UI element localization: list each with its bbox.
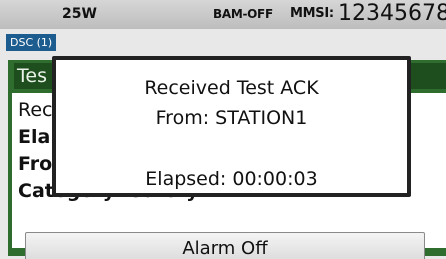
- window-title: Tes: [17, 65, 47, 87]
- message-line-received: Rec: [18, 99, 53, 121]
- popup-content: Received Test ACK From: STATION1 Elapsed…: [56, 60, 407, 193]
- popup-elapsed: Elapsed: 00:00:03: [145, 168, 318, 190]
- transmit-power: 25W: [62, 6, 97, 22]
- mmsi-value: 123456789: [338, 1, 446, 26]
- status-bar: 25W BAM-OFF MMSI: 123456789: [0, 0, 446, 29]
- popup-from: From: STATION1: [155, 107, 308, 129]
- test-ack-popup: Received Test ACK From: STATION1 Elapsed…: [52, 56, 411, 197]
- bam-status: BAM-OFF: [213, 7, 273, 21]
- mmsi-label: MMSI:: [290, 6, 334, 21]
- popup-title: Received Test ACK: [144, 77, 319, 99]
- dsc-tab[interactable]: DSC (1): [6, 34, 57, 51]
- radio-screen: 25W BAM-OFF MMSI: 123456789 DSC (1) Tes …: [0, 0, 446, 259]
- message-line-from: Fro: [18, 153, 53, 175]
- message-line-elapsed: Ela: [18, 126, 51, 148]
- alarm-off-button[interactable]: Alarm Off: [25, 232, 425, 259]
